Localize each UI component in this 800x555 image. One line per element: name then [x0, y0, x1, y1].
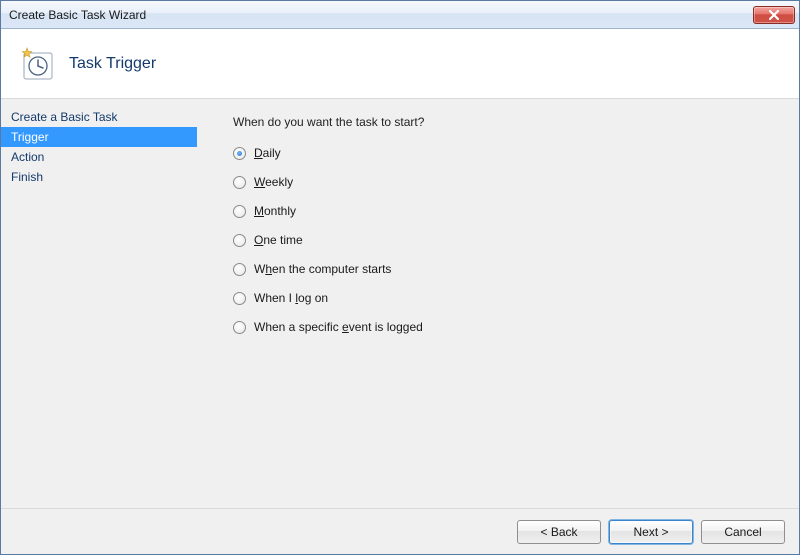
radio-one-time-label: One time	[254, 233, 303, 247]
wizard-footer: < Back Next > Cancel	[1, 508, 799, 554]
next-button[interactable]: Next >	[609, 520, 693, 544]
task-clock-icon	[19, 46, 55, 82]
radio-log-on-label: When I log on	[254, 291, 328, 305]
radio-daily-label: Daily	[254, 146, 281, 160]
radio-computer-starts-label: When the computer starts	[254, 262, 391, 276]
radio-weekly[interactable]	[233, 176, 246, 189]
radio-event-logged[interactable]	[233, 321, 246, 334]
option-one-time[interactable]: One time	[233, 230, 773, 250]
window-title: Create Basic Task Wizard	[9, 8, 146, 22]
close-icon	[769, 10, 779, 20]
radio-log-on[interactable]	[233, 292, 246, 305]
sidebar-item-trigger[interactable]: Trigger	[1, 127, 197, 147]
trigger-prompt: When do you want the task to start?	[233, 115, 773, 129]
option-when-computer-starts[interactable]: When the computer starts	[233, 259, 773, 279]
sidebar-item-action[interactable]: Action	[1, 147, 197, 167]
option-when-event-logged[interactable]: When a specific event is logged	[233, 317, 773, 337]
sidebar-item-create-basic-task[interactable]: Create a Basic Task	[1, 107, 197, 127]
back-button[interactable]: < Back	[517, 520, 601, 544]
option-weekly[interactable]: Weekly	[233, 172, 773, 192]
option-when-log-on[interactable]: When I log on	[233, 288, 773, 308]
radio-weekly-label: Weekly	[254, 175, 293, 189]
radio-event-logged-label: When a specific event is logged	[254, 320, 423, 334]
option-monthly[interactable]: Monthly	[233, 201, 773, 221]
trigger-options-pane: When do you want the task to start? Dail…	[197, 99, 799, 508]
radio-daily[interactable]	[233, 147, 246, 160]
close-button[interactable]	[753, 6, 795, 24]
radio-one-time[interactable]	[233, 234, 246, 247]
wizard-body: Create a Basic Task Trigger Action Finis…	[1, 99, 799, 508]
wizard-window: Create Basic Task Wizard Task Trigger	[0, 0, 800, 555]
wizard-header: Task Trigger	[1, 29, 799, 99]
page-title: Task Trigger	[69, 55, 156, 73]
option-daily[interactable]: Daily	[233, 143, 773, 163]
titlebar: Create Basic Task Wizard	[1, 1, 799, 29]
radio-monthly-label: Monthly	[254, 204, 296, 218]
cancel-button[interactable]: Cancel	[701, 520, 785, 544]
step-sidebar: Create a Basic Task Trigger Action Finis…	[1, 99, 197, 508]
radio-monthly[interactable]	[233, 205, 246, 218]
radio-computer-starts[interactable]	[233, 263, 246, 276]
sidebar-item-finish[interactable]: Finish	[1, 167, 197, 187]
